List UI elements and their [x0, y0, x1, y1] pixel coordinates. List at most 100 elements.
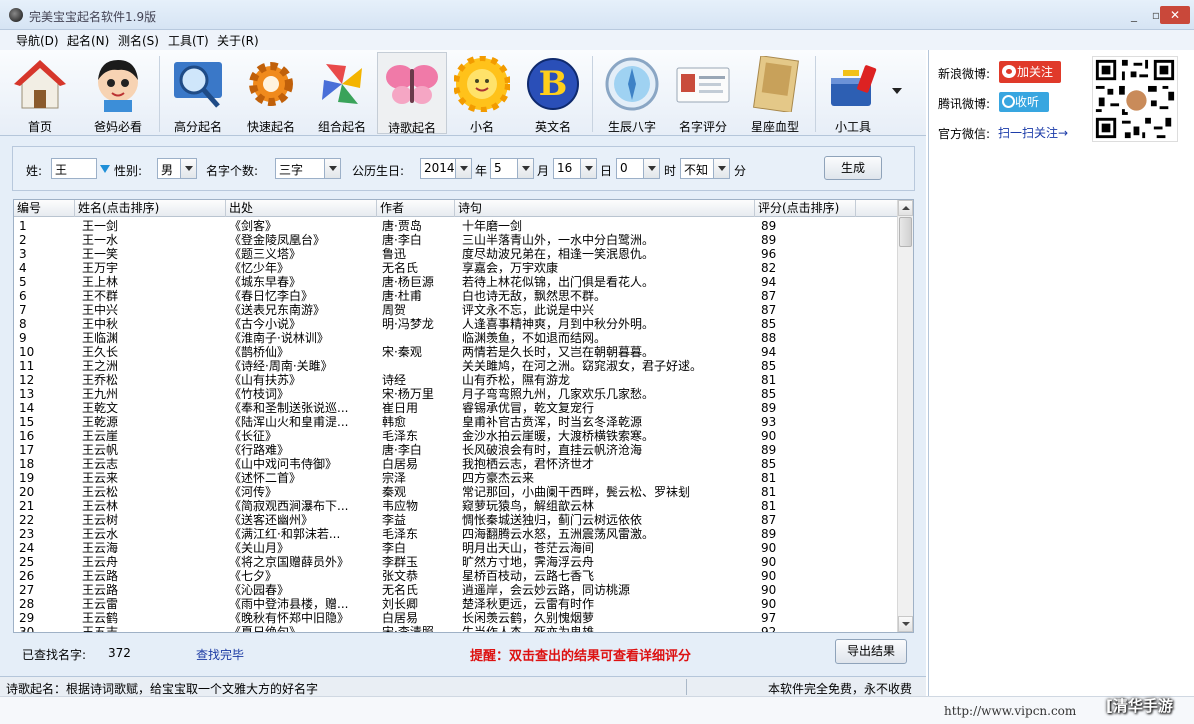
- table-cell: [382, 359, 454, 373]
- table-row[interactable]: 2 王一水 《登金陵凤凰台》 唐·李白 三山半落青山外，一水中分白鹭洲。 89: [14, 233, 899, 247]
- table-row[interactable]: 6 王不群 《春日忆李白》 唐·杜甫 白也诗无敌，飘然思不群。 87: [14, 289, 899, 303]
- table-row[interactable]: 12 王乔松 《山有扶苏》 诗经 山有乔松，隰有游龙 81: [14, 373, 899, 387]
- menu-navigate[interactable]: 导航(D): [16, 32, 59, 49]
- table-cell: 81: [761, 485, 777, 499]
- menu-about[interactable]: 关于(R): [217, 32, 259, 49]
- header-poem[interactable]: 诗句: [455, 200, 755, 217]
- toolbar-english-button[interactable]: B 英文名: [518, 52, 588, 134]
- table-cell: 20: [19, 485, 35, 499]
- scroll-up-icon[interactable]: [898, 200, 913, 216]
- tencent-listen-button[interactable]: 收听: [999, 92, 1049, 112]
- toolbar-more-icon[interactable]: [892, 88, 902, 94]
- table-row[interactable]: 22 王云树 《送客还幽州》 李益 惆怅秦城送独归，蓟门云树远依依 87: [14, 513, 899, 527]
- table-row[interactable]: 10 王久长 《鹊桥仙》 宋·秦观 两情若是久长时，又岂在朝朝暮暮。 94: [14, 345, 899, 359]
- table-cell: 刘长卿: [382, 597, 419, 611]
- close-icon[interactable]: ✕: [1160, 6, 1190, 24]
- year-select[interactable]: 2014: [420, 158, 472, 179]
- table-row[interactable]: 23 王云水 《满江红·和郭沫若... 毛泽东 四海翻腾云水怒，五洲震荡风雷激。 89: [14, 527, 899, 541]
- table-row[interactable]: 21 王云林 《简寂观西涧瀑布下... 韦应物 窥萝玩猿鸟，解组歆云林 81: [14, 499, 899, 513]
- wechat-scan-link[interactable]: 扫一扫关注→: [998, 124, 1068, 141]
- month-select[interactable]: 5: [490, 158, 534, 179]
- toolbar-home-button[interactable]: 首页: [4, 52, 76, 134]
- table-row[interactable]: 3 王一笑 《题三义塔》 鲁迅 度尽劫波兄弟在，相逢一笑泯恩仇。 96: [14, 247, 899, 261]
- toolbar-nickname-button[interactable]: 小名: [450, 52, 514, 134]
- toolbar-tools-button[interactable]: 小工具: [820, 52, 886, 134]
- chevron-down-icon: [517, 159, 533, 178]
- table-row[interactable]: 29 王云鹤 《晚秋有怀郑中旧隐》 白居易 长闲羡云鹤，久别愧烟萝 97: [14, 611, 899, 625]
- day-select[interactable]: 16: [553, 158, 597, 179]
- toolbar-score-button[interactable]: 名字评分: [670, 52, 736, 134]
- header-name-sort[interactable]: 姓名(点击排序): [75, 200, 226, 217]
- svg-text:B: B: [539, 64, 568, 104]
- table-row[interactable]: 25 王云舟 《将之京国赠薛员外》 李群玉 旷然方寸地，霁海浮云舟 90: [14, 555, 899, 569]
- menu-test-name[interactable]: 测名(S): [118, 32, 159, 49]
- table-cell: 无名氏: [382, 261, 419, 275]
- minute-select[interactable]: 不知: [680, 158, 730, 179]
- table-row[interactable]: 19 王云来 《述怀二首》 宗泽 四方豪杰云来 81: [14, 471, 899, 485]
- toolbar-combine-button[interactable]: 组合起名: [309, 52, 375, 134]
- table-row[interactable]: 15 王乾源 《陆浑山火和皇甫湜... 韩愈 皇甫补官古贲浑，时当玄冬泽乾源 93: [14, 415, 899, 429]
- table-row[interactable]: 11 王之洲 《诗经·周南·关雎》 关关雎鸠，在河之洲。窈窕淑女，君子好逑。 85: [14, 359, 899, 373]
- toolbar-star-blood-button[interactable]: 星座血型: [740, 52, 810, 134]
- table-row[interactable]: 5 王上林 《城东早春》 唐·杨巨源 若待上林花似锦，出门俱是看花人。 94: [14, 275, 899, 289]
- table-cell: 《竹枝词》: [229, 387, 290, 401]
- table-row[interactable]: 4 王万宇 《忆少年》 无名氏 享嘉会，万宇欢康 82: [14, 261, 899, 275]
- table-row[interactable]: 9 王临渊 《淮南子·说林训》 临渊羡鱼，不如退而结网。 88: [14, 331, 899, 345]
- hour-select[interactable]: 0: [616, 158, 660, 179]
- table-row[interactable]: 7 王中兴 《送表兄东南游》 周贺 评文永不忘，此说是中兴 87: [14, 303, 899, 317]
- toolbar-quick-button[interactable]: 快速起名: [236, 52, 306, 134]
- table-cell: 89: [761, 443, 777, 457]
- table-cell: 关关雎鸠，在河之洲。窈窕淑女，君子好逑。: [462, 359, 703, 373]
- toolbar-high-score-button[interactable]: 高分起名: [163, 52, 233, 134]
- table-cell: 90: [761, 429, 777, 443]
- table-row[interactable]: 18 王云志 《山中戏问韦侍御》 白居易 我抱栖云志，君怀济世才 85: [14, 457, 899, 471]
- chevron-down-icon: [455, 159, 471, 178]
- table-row[interactable]: 26 王云路 《七夕》 张文恭 星桥百枝动，云路七香飞 90: [14, 569, 899, 583]
- vertical-scrollbar[interactable]: [897, 200, 913, 632]
- toolbar-bazi-button[interactable]: 生辰八字: [597, 52, 667, 134]
- toolbar-poem-button[interactable]: 诗歌起名: [377, 52, 447, 135]
- table-cell: 唐·杜甫: [382, 289, 422, 303]
- scroll-thumb[interactable]: [899, 217, 912, 247]
- table-row[interactable]: 27 王云路 《沁园春》 无名氏 逍遥岸，会云妙云路，同访桃源 90: [14, 583, 899, 597]
- table-cell: 两情若是久长时，又岂在朝朝暮暮。: [462, 345, 655, 359]
- table-row[interactable]: 13 王九州 《竹枝词》 宋·杨万里 月子弯弯照九州，几家欢乐几家愁。 85: [14, 387, 899, 401]
- header-score-sort[interactable]: 评分(点击排序): [755, 200, 856, 217]
- table-row[interactable]: 28 王云雷 《雨中登沛县楼，赠... 刘长卿 楚泽秋更远，云雷有时作 90: [14, 597, 899, 611]
- table-cell: 19: [19, 471, 35, 485]
- generate-button[interactable]: 生成: [824, 156, 882, 180]
- surname-arrow-icon[interactable]: [100, 165, 110, 173]
- export-button[interactable]: 导出结果: [835, 639, 907, 664]
- table-row[interactable]: 20 王云松 《河传》 秦观 常记那回，小曲阑干西畔，鬓云松、罗袜刬 81: [14, 485, 899, 499]
- table-cell: 17: [19, 443, 35, 457]
- table-cell: 唐·贾岛: [382, 219, 422, 233]
- surname-input[interactable]: 王: [51, 158, 97, 179]
- table-cell: 张文恭: [382, 569, 419, 583]
- toolbar-parents-button[interactable]: 爸妈必看: [80, 52, 156, 134]
- table-row[interactable]: 17 王云帆 《行路难》 唐·李白 长风破浪会有时，直挂云帆济沧海 89: [14, 443, 899, 457]
- table-cell: 韦应物: [382, 499, 419, 513]
- menu-naming[interactable]: 起名(N): [67, 32, 109, 49]
- count-select[interactable]: 三字: [275, 158, 341, 179]
- table-header: 编号 姓名(点击排序) 出处 作者 诗句 评分(点击排序): [14, 200, 899, 217]
- table-row[interactable]: 16 王云崖 《长征》 毛泽东 金沙水拍云崖暖，大渡桥横铁索寒。 90: [14, 429, 899, 443]
- table-row[interactable]: 24 王云海 《关山月》 李白 明月出天山，苍茫云海间 90: [14, 541, 899, 555]
- table-row[interactable]: 8 王中秋 《古今小说》 明·冯梦龙 人逢喜事精神爽，月到中秋分外明。 85: [14, 317, 899, 331]
- scroll-down-icon[interactable]: [898, 616, 913, 632]
- table-cell: 王不群: [82, 289, 119, 303]
- minimize-icon[interactable]: _: [1125, 6, 1143, 24]
- table-row[interactable]: 14 王乾文 《奉和圣制送张说巡... 崔日用 睿锡承优冒，乾文复宠行 89: [14, 401, 899, 415]
- gender-select[interactable]: 男: [157, 158, 197, 179]
- table-cell: 85: [761, 359, 777, 373]
- weibo-follow-button[interactable]: 加关注: [999, 61, 1061, 83]
- table-cell: 12: [19, 373, 35, 387]
- table-cell: 王一剑: [82, 219, 119, 233]
- tencent-icon: [1002, 95, 1015, 108]
- header-author[interactable]: 作者: [377, 200, 455, 217]
- table-cell: 王云海: [82, 541, 119, 555]
- header-source[interactable]: 出处: [226, 200, 377, 217]
- header-id[interactable]: 编号: [14, 200, 75, 217]
- menu-tools[interactable]: 工具(T): [168, 32, 209, 49]
- table-row[interactable]: 1 王一剑 《剑客》 唐·贾岛 十年磨一剑 89: [14, 219, 899, 233]
- table-row[interactable]: 30 王五志 《夏日绝句》 宋·李清照 生当作人杰，死亦为鬼雄。 92: [14, 625, 899, 632]
